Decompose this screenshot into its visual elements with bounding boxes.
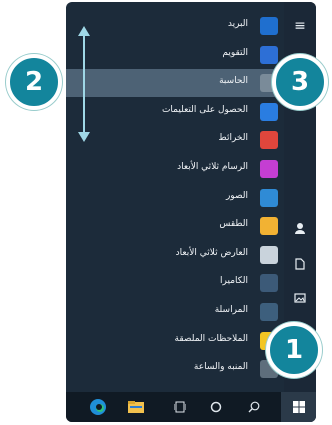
app-item-label: الكاميرا — [220, 276, 248, 287]
search-icon[interactable] — [244, 397, 264, 417]
weather-icon — [260, 217, 278, 236]
app-item[interactable]: الصور — [66, 184, 284, 212]
app-item[interactable]: الحاسبة — [66, 69, 284, 98]
user-icon[interactable] — [284, 214, 316, 242]
calendar-icon — [260, 45, 278, 64]
help-icon — [260, 102, 278, 121]
app-item[interactable]: المراسلة — [66, 298, 284, 326]
app-item[interactable]: المنبه والساعة — [66, 355, 284, 383]
taskbar — [66, 392, 316, 422]
app-item-label: الحاسبة — [219, 76, 248, 87]
app-item-label: الحصول على التعليمات — [161, 104, 248, 115]
task-view-icon[interactable] — [170, 397, 190, 417]
app-item-label: العارض ثلاثي الأبعاد — [175, 247, 248, 258]
app-item-label: الصور — [225, 190, 248, 201]
app-item-label: الرسام ثلاثي الأبعاد — [177, 162, 248, 172]
documents-icon[interactable] — [284, 250, 316, 278]
app-item-label: المراسلة — [214, 305, 248, 315]
app-item[interactable]: البريد — [66, 12, 284, 40]
app-item-label: البريد — [227, 19, 248, 29]
paint3d-icon — [260, 160, 278, 178]
pictures-icon[interactable] — [284, 284, 316, 312]
app-item[interactable]: الملاحظات الملصقة — [66, 327, 284, 355]
start-button[interactable] — [281, 392, 316, 422]
camera-icon — [260, 274, 278, 293]
app-item[interactable]: التقويم — [66, 41, 284, 69]
app-item[interactable]: الطقس — [66, 212, 284, 240]
app-item-label: التقويم — [222, 47, 248, 58]
step-badge-1: 1 — [266, 322, 322, 378]
app-item-label: الخرائط — [218, 133, 248, 144]
photos-icon — [260, 188, 278, 207]
windows-icon — [292, 401, 305, 413]
app-item[interactable]: الرسام ثلاثي الأبعاد — [66, 155, 284, 183]
scroll-arrow-icon — [78, 26, 90, 142]
message-icon — [260, 303, 278, 321]
app-item[interactable]: العارض ثلاثي الأبعاد — [66, 241, 284, 269]
app-item-label: المنبه والساعة — [193, 362, 248, 373]
app-item[interactable]: الخرائط — [66, 126, 284, 154]
app-item[interactable]: الكاميرا — [66, 269, 284, 297]
app-item[interactable]: الحصول على التعليمات — [66, 98, 284, 126]
cortana-icon[interactable] — [206, 397, 226, 417]
app-item-label: الطقس — [219, 219, 248, 230]
mail-icon — [260, 17, 278, 35]
cube-icon — [260, 245, 278, 264]
step-badge-3: 3 — [272, 54, 328, 110]
hamburger-icon[interactable]: ≡ — [284, 12, 316, 40]
app-item-label: الملاحظات الملصقة — [174, 333, 248, 344]
step-badge-2: 2 — [6, 54, 62, 110]
edge-icon[interactable] — [88, 397, 108, 417]
maps-icon — [260, 131, 278, 150]
file-explorer-icon[interactable] — [126, 397, 146, 417]
